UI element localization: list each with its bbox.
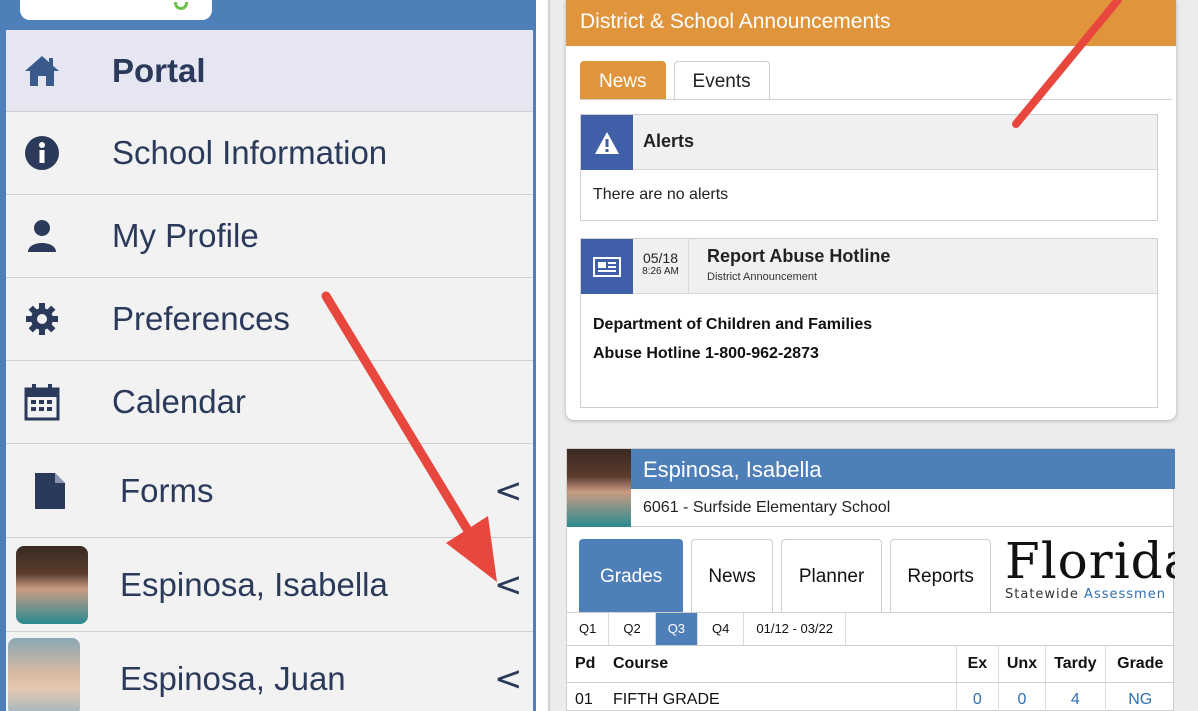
avatar — [567, 449, 631, 527]
avatar — [8, 638, 80, 711]
column-header: Unx — [997, 646, 1046, 683]
gear-icon — [20, 297, 64, 341]
announcement-tabs: News Events — [580, 61, 778, 101]
sidebar-item-label: Espinosa, Juan — [120, 659, 346, 697]
tab-news[interactable]: News — [580, 61, 666, 100]
quarter-q3[interactable]: Q3 — [655, 613, 699, 645]
tab-events[interactable]: Events — [673, 61, 770, 100]
alerts-card: Alerts There are no alerts — [580, 114, 1158, 221]
logo-subtitle: Statewide Assessmen — [1005, 587, 1175, 602]
announcement-header: 05/18 8:26 AM Report Abuse Hotline Distr… — [581, 239, 1157, 294]
table-cell: FIFTH GRADE — [613, 691, 720, 709]
logo-title: Florida — [1005, 535, 1175, 590]
calendar-icon — [20, 380, 64, 424]
student-school: 6061 - Surfside Elementary School — [631, 489, 1175, 527]
sidebar-item-preferences[interactable]: Preferences — [6, 278, 533, 361]
student-card: Espinosa, Isabella 6061 - Surfside Eleme… — [566, 448, 1175, 711]
announcement-subtitle: District Announcement — [707, 271, 818, 283]
sidebar-item-forms[interactable]: Forms < — [6, 444, 533, 538]
sidebar-item-label: Forms — [120, 471, 214, 509]
alerts-body: There are no alerts — [593, 186, 729, 203]
column-header: Pd — [567, 646, 605, 683]
logo-subtitle-prefix: Statewide — [1005, 587, 1085, 602]
quarter-q4[interactable]: Q4 — [698, 613, 745, 645]
table-cell-link[interactable]: 0 — [955, 682, 999, 711]
sidebar-item-portal[interactable]: Portal — [6, 30, 533, 112]
sidebar-item-school-information[interactable]: School Information — [6, 112, 533, 195]
logo-subtitle-accent: Assessmen — [1084, 587, 1166, 602]
table-header-row: Pd Course Ex Unx Tardy Grade — [567, 646, 1175, 683]
table-cell-link[interactable]: NG — [1104, 682, 1175, 711]
newspaper-icon — [581, 239, 633, 294]
column-header: Course — [605, 646, 957, 683]
student-tabs: Grades News Planner Reports — [579, 539, 999, 612]
sidebar-item-label: Espinosa, Isabella — [120, 565, 388, 603]
sidebar-nav: Portal School Information My Profile Pre… — [6, 30, 533, 711]
status-icon — [174, 2, 188, 10]
chevron-left-icon[interactable]: < — [494, 565, 523, 605]
sidebar-item-my-profile[interactable]: My Profile — [6, 195, 533, 278]
table-cell: 01 — [575, 691, 593, 709]
announcement-card[interactable]: 05/18 8:26 AM Report Abuse Hotline Distr… — [580, 238, 1158, 408]
student-name[interactable]: Espinosa, Isabella — [631, 449, 1175, 489]
tab-planner[interactable]: Planner — [780, 539, 883, 612]
left-nav-panel: Portal School Information My Profile Pre… — [0, 0, 536, 711]
quarter-q2[interactable]: Q2 — [609, 613, 656, 645]
sidebar-item-label: School Information — [112, 134, 388, 171]
user-icon — [20, 214, 64, 258]
alerts-header: Alerts — [581, 115, 1157, 170]
announcement-line: Department of Children and Families — [593, 316, 873, 333]
sidebar-item-label: Preferences — [112, 300, 290, 337]
column-header: Tardy — [1045, 646, 1105, 683]
table-cell-link[interactable]: 4 — [1045, 682, 1105, 711]
nav-top-bar — [6, 0, 533, 30]
tab-news[interactable]: News — [691, 539, 773, 612]
column-header: Grade — [1104, 646, 1175, 683]
sidebar-item-label: Portal — [112, 51, 206, 89]
sidebar-item-student-juan[interactable]: Espinosa, Juan < — [6, 632, 533, 711]
tab-divider — [580, 99, 1172, 100]
document-icon — [28, 469, 72, 513]
alerts-title: Alerts — [643, 131, 695, 151]
announcement-body: Department of Children and Families Abus… — [581, 294, 1157, 407]
sidebar-item-label: My Profile — [112, 217, 259, 254]
table-row: 01 FIFTH GRADE 0 0 4 NG — [567, 682, 1175, 711]
announcement-line: Abuse Hotline 1-800-962-2873 — [593, 345, 819, 362]
table-cell-link[interactable]: 0 — [997, 682, 1046, 711]
announcement-title: Report Abuse Hotline — [707, 246, 891, 266]
quarter-selector: Q1 Q2 Q3 Q4 01/12 - 03/22 — [567, 612, 1175, 646]
tab-grades[interactable]: Grades — [579, 539, 684, 612]
grades-table: Pd Course Ex Unx Tardy Grade 01 FIFTH GR… — [567, 646, 1175, 711]
quarter-date-range: 01/12 - 03/22 — [744, 613, 846, 645]
chevron-left-icon[interactable]: < — [494, 659, 523, 699]
quarter-q1[interactable]: Q1 — [567, 613, 610, 645]
sidebar-item-student-isabella[interactable]: Espinosa, Isabella < — [6, 538, 533, 632]
top-pill[interactable] — [20, 0, 212, 20]
sidebar-item-calendar[interactable]: Calendar — [6, 361, 533, 444]
avatar — [16, 546, 88, 624]
tab-reports[interactable]: Reports — [890, 539, 991, 612]
warning-icon — [581, 115, 633, 170]
column-header: Ex — [955, 646, 999, 683]
announcement-time: 8:26 AM — [642, 266, 679, 277]
announcements-title: District & School Announcements — [566, 0, 1176, 46]
announcement-date: 05/18 8:26 AM — [633, 239, 689, 294]
right-content-panel: District & School Announcements News Eve… — [548, 0, 1198, 711]
sidebar-item-label: Calendar — [112, 383, 246, 420]
home-icon — [20, 49, 64, 93]
info-icon — [20, 131, 64, 175]
chevron-left-icon[interactable]: < — [494, 471, 523, 511]
florida-assessment-logo[interactable]: Florida Statewide Assessmen — [1005, 535, 1175, 605]
announcement-date-day: 05/18 — [642, 250, 679, 266]
announcements-panel: District & School Announcements News Eve… — [566, 0, 1176, 420]
